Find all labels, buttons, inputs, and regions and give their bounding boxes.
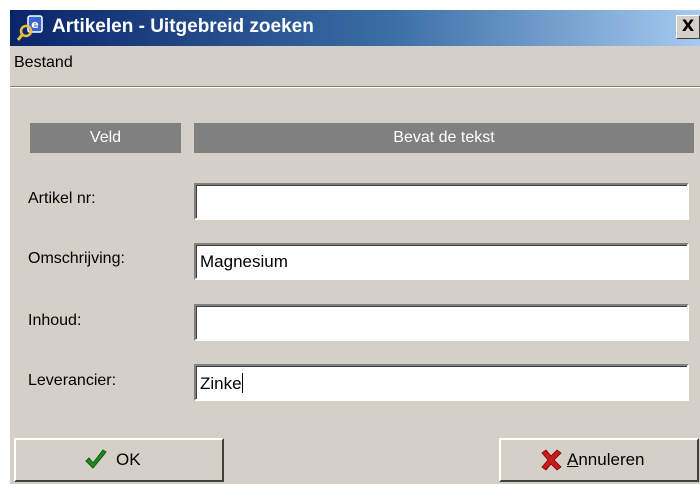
search-dialog: e Artikelen - Uitgebreid zoeken X Bestan… [10,10,700,484]
text-caret [241,373,243,393]
artikel-nr-input[interactable] [194,183,689,220]
close-button[interactable]: X [676,15,700,39]
label-artikel-nr: Artikel nr: [28,190,96,207]
search-key-icon: e [16,15,43,41]
inhoud-input[interactable] [194,304,689,341]
ok-button[interactable]: OK [14,438,224,482]
cancel-accelerator-letter: A [567,450,579,469]
label-inhoud: Inhoud: [28,312,82,329]
label-omschrijving: Omschrijving: [28,250,125,267]
menu-bestand[interactable]: Bestand [14,54,73,72]
column-header-field: Veld [30,123,181,153]
close-icon: X [681,16,695,35]
cancel-button-label: Annuleren [567,450,645,470]
column-header-contains-text: Bevat de tekst [194,123,694,153]
title-bar: e Artikelen - Uitgebreid zoeken X [10,10,700,46]
ok-button-label: OK [116,450,141,469]
leverancier-input[interactable]: Zinke [194,364,689,401]
svg-text:e: e [31,18,38,31]
window-title: Artikelen - Uitgebreid zoeken [52,16,314,37]
cancel-label-rest: nnuleren [578,450,645,469]
cancel-button[interactable]: Annuleren [499,438,699,482]
screen-background [0,0,10,484]
omschrijving-input[interactable]: Magnesium [194,243,689,280]
leverancier-value: Zinke [200,374,242,393]
menu-bar: Bestand [10,46,700,87]
label-leverancier: Leverancier: [28,372,117,389]
red-x-icon [541,449,562,471]
checkmark-icon [85,449,107,469]
